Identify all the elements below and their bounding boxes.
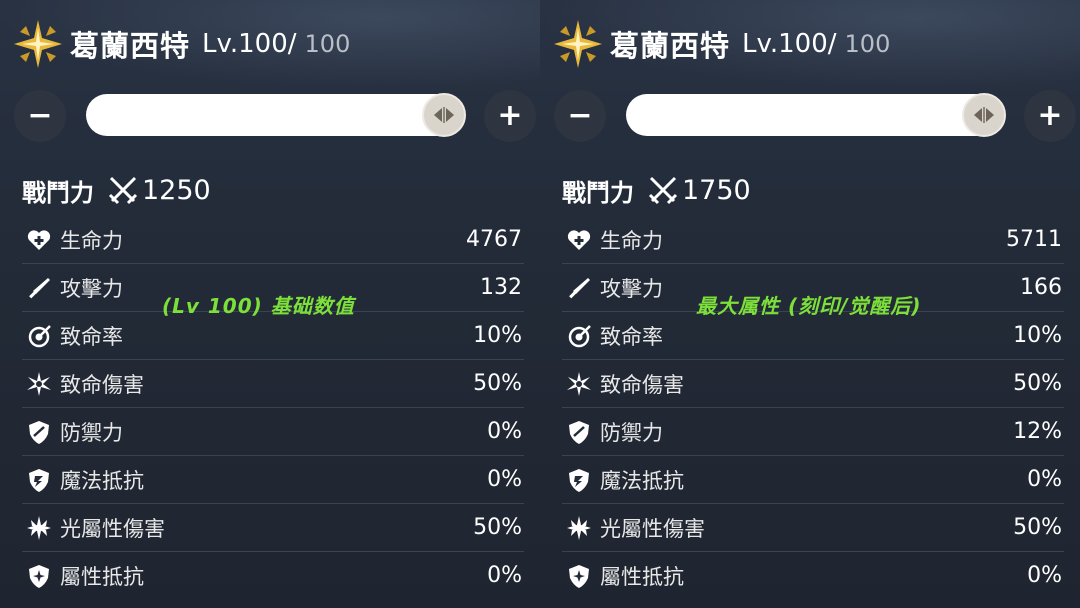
stat-label: 致命傷害 xyxy=(60,372,144,397)
level-decrease-button[interactable]: − xyxy=(14,90,66,142)
light-element-star-icon xyxy=(554,20,602,68)
crossed-swords-icon xyxy=(648,176,678,205)
stat-row-defense: 防禦力 12% xyxy=(562,408,1064,456)
stat-label: 生命力 xyxy=(600,228,663,253)
stats-panel-base: 葛蘭西特 Lv.100/ 100 − + 戰鬥力 1250 生命力 4767 攻… xyxy=(0,0,540,608)
magic-shield-icon xyxy=(29,468,49,492)
stat-row-crit-rate: 致命率 10% xyxy=(562,312,1064,360)
stat-label: 生命力 xyxy=(60,228,123,253)
stats-panel-max: 葛蘭西特 Lv.100/ 100 − + 戰鬥力 1750 生命力 5711 攻… xyxy=(540,0,1080,608)
drag-arrows-icon xyxy=(974,107,994,123)
stat-label: 致命傷害 xyxy=(600,372,684,397)
level-slider-row: − + xyxy=(12,88,540,144)
shield-icon xyxy=(29,420,49,444)
stat-row-light-damage: 光屬性傷害 50% xyxy=(22,504,524,552)
level-max: 100 xyxy=(304,30,351,58)
burst-icon xyxy=(567,371,591,396)
combat-power: 戰鬥力 1750 xyxy=(562,170,751,210)
level-slider-row: − + xyxy=(552,88,1080,144)
light-star-icon xyxy=(27,515,51,540)
level-slider-knob[interactable] xyxy=(962,93,1006,137)
stat-row-hp: 生命力 4767 xyxy=(22,216,524,264)
stats-list: 生命力 5711 攻擊力 166 致命率 10% 致命傷害 50% 防禦力 12… xyxy=(562,216,1064,599)
stat-label: 光屬性傷害 xyxy=(600,516,705,541)
character-name: 葛蘭西特 xyxy=(70,29,191,63)
stat-row-element-resist: 屬性抵抗 0% xyxy=(562,552,1064,599)
level-max: 100 xyxy=(844,30,891,58)
stat-label: 攻擊力 xyxy=(600,276,663,301)
stat-value: 50% xyxy=(1013,515,1062,540)
stat-value: 50% xyxy=(473,515,522,540)
stat-row-hp: 生命力 5711 xyxy=(562,216,1064,264)
stat-row-defense: 防禦力 0% xyxy=(22,408,524,456)
character-header: 葛蘭西特 Lv.100/ 100 xyxy=(12,18,350,70)
stat-value: 12% xyxy=(1013,419,1062,444)
stat-value: 0% xyxy=(487,419,522,444)
stat-row-magic-resist: 魔法抵抗 0% xyxy=(562,456,1064,504)
overlay-note: (Lv 100) 基础数值 xyxy=(162,294,355,318)
stat-row-crit-damage: 致命傷害 50% xyxy=(562,360,1064,408)
stat-label: 屬性抵抗 xyxy=(60,564,144,589)
stat-value: 0% xyxy=(1027,563,1062,588)
combat-power-value: 1750 xyxy=(682,174,751,206)
stat-label: 致命率 xyxy=(60,324,123,349)
crit-target-icon xyxy=(28,324,51,347)
stat-label: 致命率 xyxy=(600,324,663,349)
drag-arrows-icon xyxy=(434,107,454,123)
light-element-star-icon xyxy=(14,20,62,68)
combat-power-label: 戰鬥力 xyxy=(562,178,634,207)
element-shield-icon xyxy=(29,564,49,588)
stat-value: 0% xyxy=(1027,467,1062,492)
character-header: 葛蘭西特 Lv.100/ 100 xyxy=(552,18,890,70)
level-current: Lv.100/ xyxy=(742,29,837,59)
level-current: Lv.100/ xyxy=(202,29,297,59)
character-name: 葛蘭西特 xyxy=(610,29,731,63)
magic-shield-icon xyxy=(569,468,589,492)
stat-value: 10% xyxy=(473,323,522,348)
stat-label: 防禦力 xyxy=(60,420,123,445)
stat-value: 132 xyxy=(480,275,522,300)
stat-value: 0% xyxy=(487,467,522,492)
stat-value: 10% xyxy=(1013,323,1062,348)
stat-label: 防禦力 xyxy=(600,420,663,445)
level-increase-button[interactable]: + xyxy=(484,90,536,142)
stat-label: 魔法抵抗 xyxy=(600,468,684,493)
element-shield-icon xyxy=(569,564,589,588)
stat-row-magic-resist: 魔法抵抗 0% xyxy=(22,456,524,504)
stat-label: 魔法抵抗 xyxy=(60,468,144,493)
combat-power-value: 1250 xyxy=(142,174,211,206)
stat-value: 4767 xyxy=(466,227,522,252)
sword-icon xyxy=(29,277,50,298)
stat-row-element-resist: 屬性抵抗 0% xyxy=(22,552,524,599)
stat-label: 光屬性傷害 xyxy=(60,516,165,541)
stat-row-light-damage: 光屬性傷害 50% xyxy=(562,504,1064,552)
heart-plus-icon xyxy=(567,229,591,250)
stat-value: 166 xyxy=(1020,275,1062,300)
stat-label: 攻擊力 xyxy=(60,276,123,301)
level-decrease-button[interactable]: − xyxy=(554,90,606,142)
burst-icon xyxy=(27,371,51,396)
stats-list: 生命力 4767 攻擊力 132 致命率 10% 致命傷害 50% 防禦力 0%… xyxy=(22,216,524,599)
stat-label: 屬性抵抗 xyxy=(600,564,684,589)
combat-power: 戰鬥力 1250 xyxy=(22,170,211,210)
combat-power-label: 戰鬥力 xyxy=(22,178,94,207)
stat-value: 50% xyxy=(473,371,522,396)
stat-row-crit-damage: 致命傷害 50% xyxy=(22,360,524,408)
level-slider-track[interactable] xyxy=(626,93,1006,137)
stat-row-crit-rate: 致命率 10% xyxy=(22,312,524,360)
stat-value: 0% xyxy=(487,563,522,588)
stat-value: 50% xyxy=(1013,371,1062,396)
level-increase-button[interactable]: + xyxy=(1024,90,1076,142)
heart-plus-icon xyxy=(27,229,51,250)
stat-value: 5711 xyxy=(1006,227,1062,252)
level-slider-track[interactable] xyxy=(86,93,466,137)
crossed-swords-icon xyxy=(108,176,138,205)
level-slider-knob[interactable] xyxy=(422,93,466,137)
overlay-note: 最大属性 (刻印/觉醒后) xyxy=(696,294,922,318)
sword-icon xyxy=(569,277,590,298)
shield-icon xyxy=(569,420,589,444)
light-star-icon xyxy=(567,515,591,540)
crit-target-icon xyxy=(568,324,591,347)
